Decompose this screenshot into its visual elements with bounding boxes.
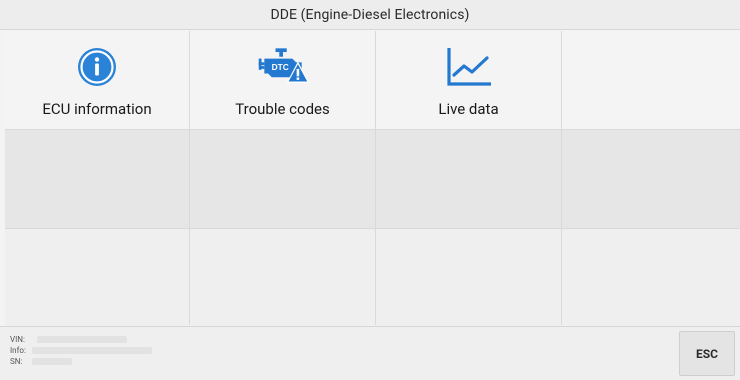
live-data-tile[interactable]: Live data [376,31,561,129]
page-title: DDE (Engine-Diesel Electronics) [0,0,740,30]
sn-value-redacted [32,358,73,365]
dtc-engine-warning-icon: DTC [255,42,311,92]
vin-value-redacted [36,336,127,343]
sn-label: SN: [10,357,23,366]
info-value-redacted [31,347,152,354]
vin-label: VIN: [10,335,25,344]
ecu-information-tile[interactable]: ECU information [5,31,189,129]
trouble-codes-label: Trouble codes [235,100,330,118]
footer-bar: VIN: Info: SN: ESC [0,326,740,380]
trouble-codes-tile[interactable]: DTC Trouble codes [190,31,375,129]
empty-tile [562,31,740,129]
esc-button[interactable]: ESC [679,331,735,376]
empty-tile [376,229,561,327]
dtc-icon-text: DTC [271,62,288,72]
ecu-information-label: ECU information [42,100,152,118]
empty-tile [5,130,189,228]
vehicle-info: VIN: Info: SN: [10,334,152,367]
empty-tile [376,130,561,228]
empty-tile [5,229,189,327]
empty-tile [562,130,740,228]
info-circle-icon [69,42,125,92]
empty-tile [562,229,740,327]
app-screen: DDE (Engine-Diesel Electronics) ECU info… [0,0,740,380]
empty-tile [190,229,375,327]
function-grid: ECU information DTC Trouble codes Live d… [5,31,740,327]
live-data-label: Live data [438,100,499,118]
info-label: Info: [10,346,26,355]
line-chart-icon [441,42,497,92]
empty-tile [190,130,375,228]
